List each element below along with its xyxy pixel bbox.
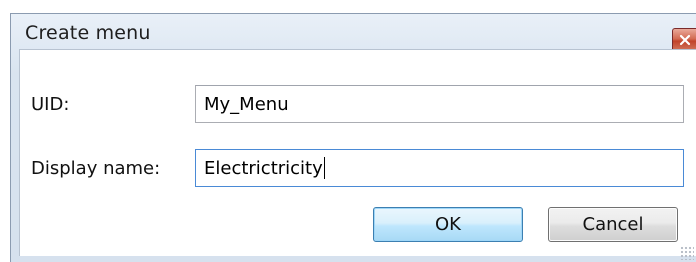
dialog-title: Create menu [25,22,151,44]
dialog-content: UID: My_Menu Display name: Electrictrici… [19,49,696,256]
display-name-field[interactable]: Electrictricity [195,149,684,187]
cancel-button[interactable]: Cancel [548,207,678,242]
create-menu-dialog: Create menu UID: My_Menu Display name: E… [10,13,696,262]
display-name-value: Electrictricity [204,157,323,179]
resize-grip-icon[interactable] [680,246,694,260]
uid-label: UID: [31,94,70,115]
close-icon [679,34,691,46]
text-caret [323,157,325,179]
ok-button[interactable]: OK [373,207,523,242]
uid-field[interactable]: My_Menu [195,85,684,123]
uid-value: My_Menu [204,93,289,115]
display-name-label: Display name: [31,158,161,179]
